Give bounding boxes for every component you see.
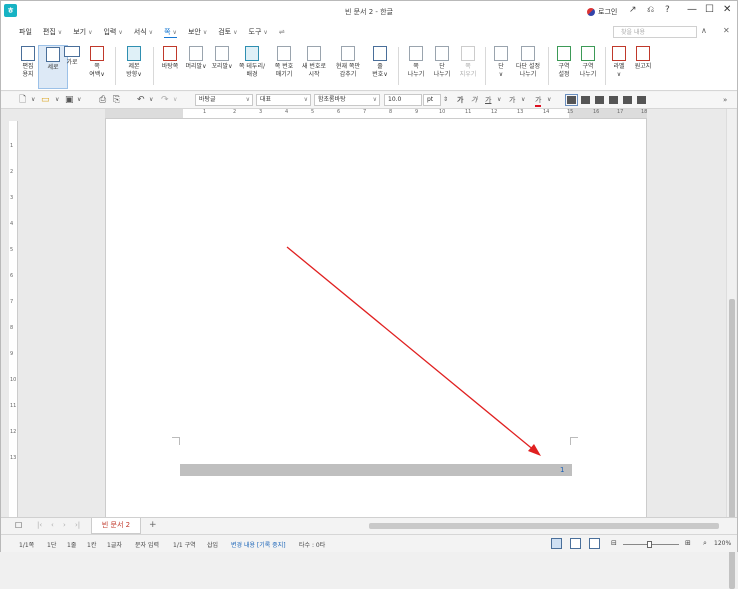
- status-track-changes[interactable]: 변경 내용 [기록 중지]: [231, 540, 286, 549]
- vertical-scrollbar[interactable]: [726, 109, 736, 589]
- status-section: 1/1 구역: [173, 542, 196, 549]
- status-count: 1글자: [107, 542, 122, 549]
- arrow-head: [528, 444, 541, 456]
- zoom-out-icon[interactable]: ⊟: [611, 539, 617, 547]
- status-line: 1줄: [67, 542, 77, 549]
- tab-nav-first-icon[interactable]: |‹: [37, 521, 42, 529]
- tab-document[interactable]: 빈 문서 2: [91, 518, 141, 534]
- status-insert[interactable]: 삽입: [207, 540, 218, 549]
- status-page[interactable]: 1/1쪽: [19, 540, 34, 549]
- arrow-line: [286, 246, 536, 452]
- zoom-slider-knob[interactable]: [647, 541, 652, 548]
- status-bar: 1/1쪽 1단 1줄 1칸 1글자 문자 입력 1/1 구역 삽입 변경 내용 …: [1, 534, 737, 552]
- annotation-arrow: [286, 246, 541, 456]
- document-tab-bar: ☐ |‹ ‹ › ›| 빈 문서 2 +: [1, 517, 737, 534]
- app-window: ㅎ 빈 문서 2 - 한글 로그인 ↗ ⎌ ? — ☐ ✕ 파일 편집 ∨ 보기 ∨…: [0, 0, 738, 589]
- add-tab-button[interactable]: +: [149, 520, 157, 530]
- status-char: 1칸: [87, 542, 97, 549]
- tab-nav-next-icon[interactable]: ›: [63, 521, 66, 529]
- horizontal-scrollbar[interactable]: [369, 523, 719, 529]
- status-char-count: 타수 : 0타: [299, 542, 326, 549]
- tab-nav-last-icon[interactable]: ›|: [75, 521, 80, 529]
- status-column: 1단: [47, 542, 57, 549]
- page-view-icon[interactable]: [551, 538, 562, 549]
- status-mode: 문자 입력: [135, 542, 159, 549]
- zoom-icon[interactable]: ⌕: [703, 539, 707, 548]
- web-view-icon[interactable]: [570, 538, 581, 549]
- tab-nav-prev-icon[interactable]: ‹: [51, 521, 54, 529]
- doc-list-icon[interactable]: ☐: [15, 521, 22, 530]
- zoom-in-icon[interactable]: ⊞: [685, 539, 691, 547]
- zoom-level[interactable]: 120%: [714, 540, 731, 547]
- outline-view-icon[interactable]: [589, 538, 600, 549]
